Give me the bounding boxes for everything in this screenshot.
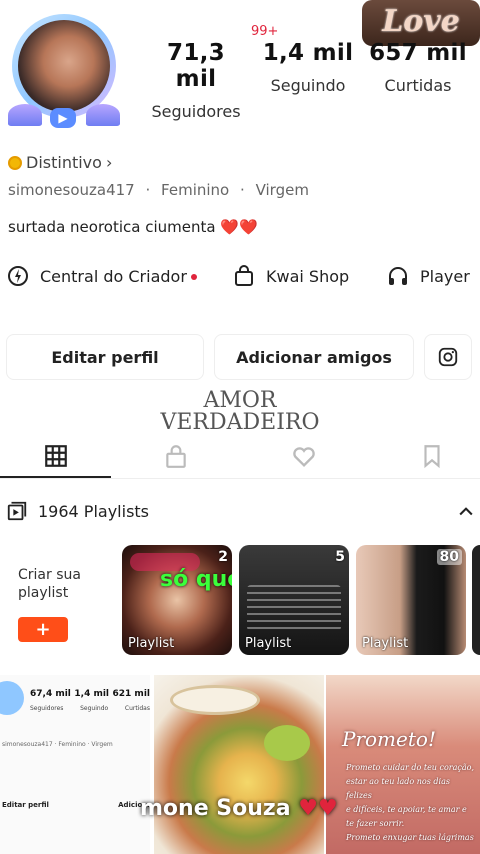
lock-icon [166, 445, 186, 468]
playlist-count: 80 [436, 549, 462, 565]
playlist-card[interactable]: 5 Playlist [239, 545, 349, 655]
thumb-text-line: Prometo enxugar tuas lágrimas [346, 833, 474, 842]
mini-button: Editar perfil [2, 801, 49, 809]
player-link[interactable]: Player [386, 264, 470, 288]
stat-following[interactable]: 1,4 mil Seguindo [258, 40, 358, 95]
edit-profile-button[interactable]: Editar perfil [6, 334, 204, 380]
playlist-count: 5 [335, 549, 345, 565]
mini-label: Seguidores [30, 705, 64, 712]
frame-wing-left [8, 104, 42, 126]
chevron-right-icon: › [105, 153, 113, 172]
overlay-line-2: VERDADEIRO [160, 410, 320, 435]
video-thumbnail[interactable]: 67,4 mil 1,4 mil 621 mil Seguidores Segu… [0, 675, 152, 854]
mini-label: Seguindo [80, 705, 109, 712]
card-art-text [247, 585, 341, 631]
badge-label: Distintivo [26, 153, 102, 172]
following-count: 1,4 mil [262, 40, 354, 66]
playlists-count: 1964 Playlists [38, 501, 150, 521]
avatar-frame [12, 14, 116, 118]
thumb-text-line: estar ao teu lado nos dias felizes [346, 777, 450, 800]
mini-label: Curtidas [124, 705, 150, 712]
gender: Feminino [161, 181, 230, 199]
new-dot-indicator [190, 274, 197, 280]
badge-link[interactable]: Distintivo › [8, 153, 112, 172]
create-playlist-button[interactable]: + [18, 617, 68, 642]
watermark-name: mone Souza [140, 796, 291, 821]
thumb-text: Prometo cuidar do teu coração, estar ao … [346, 761, 478, 845]
playlist-label: Playlist [128, 636, 175, 651]
watermark-text: mone Souza ♥♥ [140, 796, 338, 821]
tab-liked[interactable] [244, 434, 364, 478]
followers-count: 71,3 mil [167, 40, 225, 92]
profile-avatar[interactable]: ▶ [4, 6, 124, 132]
thumb-text-line: e difíceis, te apoiar, te amar e [346, 805, 467, 814]
overlay-caption: AMOR VERDADEIRO [150, 390, 330, 434]
mini-stats: 67,4 mil 1,4 mil 621 mil [30, 689, 150, 699]
thumb-text-line: Prometo cuidar do teu coração, [346, 763, 474, 772]
mini-stat: 1,4 mil [74, 689, 110, 699]
creator-center-label: Central do Criador [40, 266, 187, 286]
profile-bio: surtada neorotica ciumenta ❤️❤️ [8, 218, 258, 236]
mini-stat: 67,4 mil [30, 689, 71, 699]
create-playlist-label: Criar sua playlist [18, 567, 81, 601]
playlists-header: 1964 Playlists [6, 500, 149, 522]
tab-divider [0, 478, 480, 479]
creator-center-link[interactable]: Central do Criador [6, 264, 197, 288]
mini-buttons: Editar perfil Adiciona [2, 801, 150, 809]
username: simonesouza417 [8, 181, 135, 199]
avatar-photo [18, 20, 110, 112]
grid-icon [44, 445, 67, 467]
heart-icon [293, 447, 315, 467]
mini-stat: 621 mil [112, 689, 150, 699]
stat-likes[interactable]: 657 mil Curtidas [366, 40, 470, 95]
thumb-title: Prometo! [342, 727, 436, 751]
following-label: Seguindo [270, 76, 346, 95]
player-label: Player [420, 266, 470, 286]
mini-meta: simonesouza417 · Feminino · Virgem [2, 741, 113, 748]
tab-posts[interactable] [0, 434, 111, 478]
tab-saved[interactable] [372, 434, 480, 478]
overlay-line-1: AMOR [203, 388, 277, 413]
add-friends-button[interactable]: Adicionar amigos [214, 334, 414, 380]
video-thumbnail[interactable] [154, 675, 324, 854]
profile-meta: simonesouza417 · Feminino · Virgem [8, 181, 309, 199]
coin-icon [8, 155, 22, 170]
bookmark-icon [424, 445, 440, 469]
mini-stat-labels: Seguidores Seguindo Curtidas [30, 705, 150, 712]
meta-separator: · [240, 181, 245, 199]
kwai-shop-link[interactable]: Kwai Shop [232, 264, 349, 288]
thumb-art-grapes [264, 725, 310, 761]
instagram-icon [438, 347, 458, 367]
likes-label: Curtidas [384, 76, 452, 95]
collapse-chevron-icon[interactable] [456, 502, 476, 526]
bulb-icon [8, 266, 28, 286]
playlist-card-partial[interactable] [472, 545, 480, 655]
stat-followers[interactable]: 71,3 mil Seguidores [144, 40, 248, 121]
shopping-bag-icon [235, 265, 253, 286]
thumb-art-plate [170, 685, 260, 715]
watermark-hearts: ♥♥ [298, 796, 338, 821]
playlist-caption: só querem [160, 567, 232, 592]
playlist-card[interactable]: 80 Playlist [356, 545, 466, 655]
mini-avatar [0, 681, 24, 715]
notification-count: 99+ [251, 24, 279, 39]
thumb-text-line: te fazer sorrir. [346, 819, 405, 828]
video-thumbnail[interactable]: Prometo! Prometo cuidar do teu coração, … [326, 675, 480, 854]
likes-count: 657 mil [369, 40, 467, 66]
play-badge-icon: ▶ [50, 108, 76, 128]
kwai-shop-label: Kwai Shop [266, 266, 350, 286]
playlist-label: Playlist [245, 636, 292, 651]
meta-separator: · [145, 181, 151, 199]
frame-wing-right [86, 104, 120, 126]
playlist-icon [7, 501, 27, 521]
zodiac-sign: Virgem [255, 181, 309, 199]
followers-label: Seguidores [151, 102, 241, 121]
tab-private[interactable] [116, 434, 236, 478]
headphones-icon [389, 267, 407, 285]
playlist-count: 2 [218, 549, 228, 565]
playlist-label: Playlist [362, 636, 409, 651]
playlist-card[interactable]: 2 só querem Playlist [122, 545, 232, 655]
instagram-button[interactable] [424, 334, 472, 380]
